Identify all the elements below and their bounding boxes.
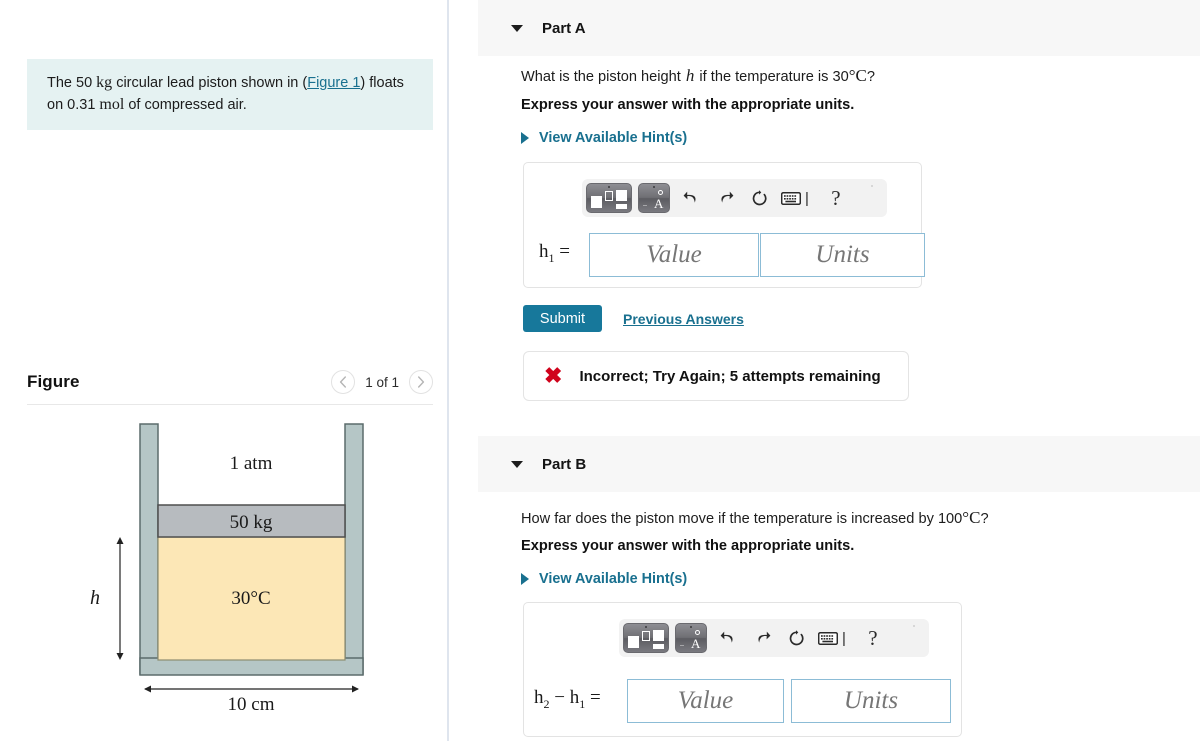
part-a-header[interactable]: Part A [478,0,1200,56]
part-b-question: How far does the piston move if the temp… [521,508,1181,528]
problem-text-part-4: of compressed air. [124,97,247,113]
part-a-eq-equals: = [554,241,570,262]
piston-diagram: 1 atm 50 kg 30°C h 10 cm [27,412,433,737]
part-b-equation-label: h2 − h1 = [534,687,601,711]
label-temperature: 30°C [231,588,270,609]
part-b-question-end: ? [980,511,989,527]
redo-icon[interactable] [747,623,777,653]
problem-unit-kg: kg [96,74,113,91]
part-a-units-input[interactable]: Units [760,233,925,277]
reset-icon[interactable] [744,183,774,213]
caret-down-icon[interactable] [511,460,523,468]
part-b-value-placeholder: Value [677,687,734,714]
part-a-question: What is the piston height h if the tempe… [521,66,1161,86]
part-a-submit-button[interactable]: Submit [523,305,602,332]
part-b-question-unit: °C [962,508,981,527]
part-a-hint-toggle[interactable]: View Available Hint(s) [521,130,687,146]
part-a-question-pre: What is the piston height [521,69,685,85]
part-a-question-end: ? [866,69,875,85]
right-panel: Part A What is the piston height h if th… [449,0,1200,741]
part-a-feedback-text: Incorrect; Try Again; 5 attempts remaini… [579,367,881,385]
width-dimension-arrow [144,685,359,693]
part-a-hint-label: View Available Hint(s) [539,130,688,146]
figure-1-link[interactable]: Figure 1 [307,75,360,91]
part-a-equation-label: h1 = [539,241,570,266]
caret-right-icon [521,573,529,585]
part-a-value-input[interactable]: Value [589,233,759,277]
label-piston-mass: 50 kg [230,512,273,533]
figure-counter: 1 of 1 [365,374,399,390]
part-b-answer-box: .. A | ? h2 − h1 = Value Units [523,602,962,737]
text-cursor-indicator: | [805,189,809,207]
label-height: h [90,587,100,609]
redo-icon[interactable] [710,183,740,213]
part-a-math-toolbar: .. A | ? [582,179,887,217]
math-template-icon[interactable] [623,623,669,653]
chevron-right-icon[interactable] [409,370,433,394]
part-b-math-toolbar: .. A | ? [619,619,929,657]
problem-page: The 50 kg circular lead piston shown in … [0,0,1200,741]
problem-text-part-1: The 50 [47,75,97,91]
part-a-previous-answers-link[interactable]: Previous Answers [623,311,744,327]
math-symbol-icon[interactable]: .. A [675,623,707,653]
undo-icon[interactable] [713,623,743,653]
text-cursor-indicator: | [842,629,846,647]
help-icon[interactable]: ? [868,626,877,651]
problem-statement-box: The 50 kg circular lead piston shown in … [27,59,433,130]
caret-down-icon[interactable] [511,24,523,32]
toolbar-dot [913,625,915,627]
help-icon[interactable]: ? [831,186,840,211]
problem-statement-text: The 50 kg circular lead piston shown in … [47,72,417,116]
part-a-units-placeholder: Units [815,241,870,268]
height-dimension-arrow [116,537,124,660]
reset-icon[interactable] [781,623,811,653]
part-a-question-mid: if the temperature is 30 [695,69,849,85]
keyboard-icon[interactable] [778,183,804,213]
part-a-feedback-banner: ✖ Incorrect; Try Again; 5 attempts remai… [523,351,909,401]
part-b-header[interactable]: Part B [478,436,1200,492]
math-template-icon[interactable] [586,183,632,213]
problem-unit-mol: mol [99,96,125,113]
part-a-answer-box: .. A | ? h1 = Value Units [523,162,925,288]
part-b-hint-toggle[interactable]: View Available Hint(s) [521,571,687,587]
toolbar-dot [871,185,873,187]
undo-icon[interactable] [676,183,706,213]
problem-text-part-2: circular lead piston shown in ( [112,75,308,91]
figure-title: Figure [27,372,80,391]
part-a-question-unit: °C [848,66,867,85]
left-panel: The 50 kg circular lead piston shown in … [0,0,447,741]
part-b-units-placeholder: Units [843,687,899,714]
caret-right-icon [521,132,529,144]
figure-header: Figure 1 of 1 [27,370,433,402]
keyboard-icon[interactable] [815,623,841,653]
figure-navigation: 1 of 1 [331,370,433,394]
part-a-question-variable: h [685,66,695,85]
label-width: 10 cm [228,694,275,715]
part-b-hint-label: View Available Hint(s) [539,571,688,587]
part-a-instruction: Express your answer with the appropriate… [521,97,855,113]
part-b-units-input[interactable]: Units [791,679,951,723]
part-a-label: Part A [542,19,586,37]
part-b-question-pre: How far does the piston move if the temp… [521,511,963,527]
chevron-left-icon[interactable] [331,370,356,394]
math-symbol-icon[interactable]: .. A [638,183,670,213]
part-b-label: Part B [542,455,587,473]
part-a-value-placeholder: Value [646,241,702,268]
part-a-eq-var: h [539,241,549,262]
label-pressure: 1 atm [230,453,273,474]
figure-divider [27,404,433,405]
part-b-instruction: Express your answer with the appropriate… [521,538,855,554]
x-mark-icon: ✖ [544,363,563,388]
part-b-value-input[interactable]: Value [627,679,784,723]
